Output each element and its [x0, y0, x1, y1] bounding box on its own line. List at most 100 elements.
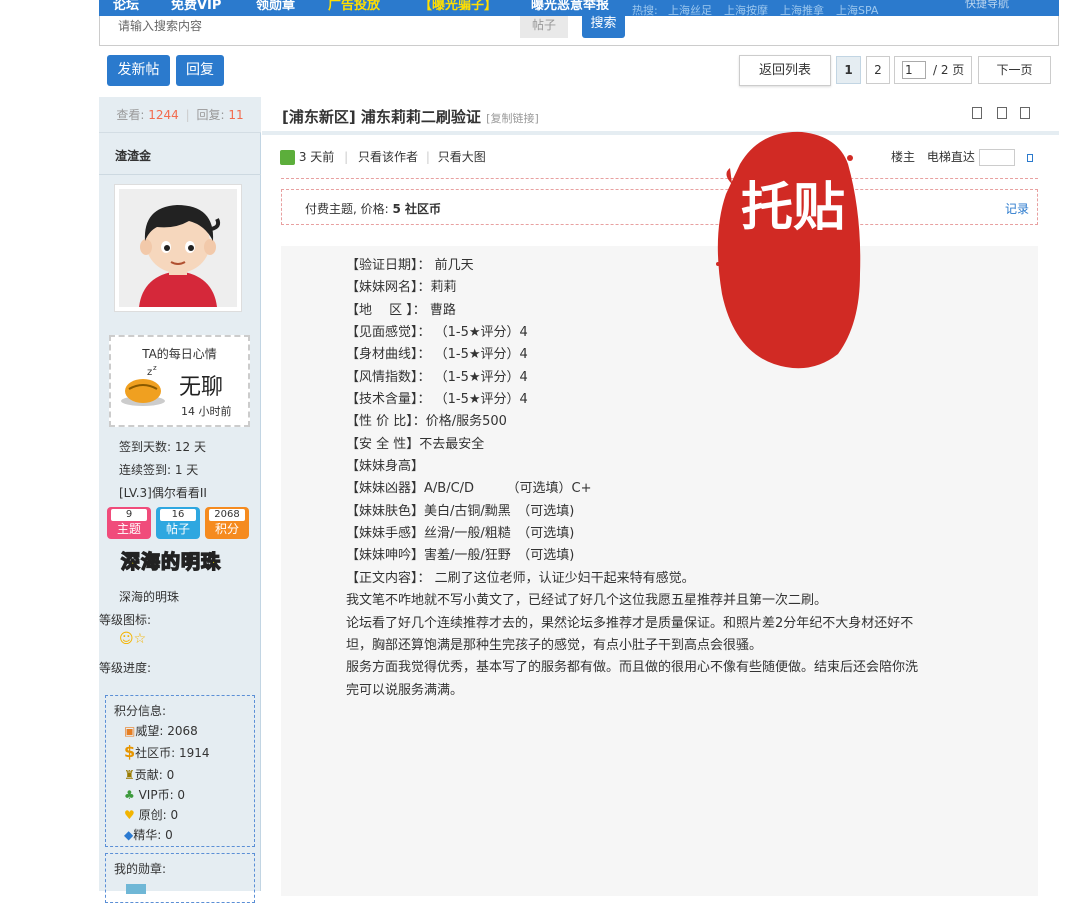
star-icon: ☆ [133, 631, 147, 647]
next-page-button[interactable]: 下一页 [978, 56, 1051, 84]
nav-medals[interactable]: 领勋章 [256, 0, 295, 13]
points-count: 2068 [209, 509, 245, 521]
elevator-label: 电梯直达 [926, 150, 975, 164]
contribution-icon: ♜ [124, 768, 135, 782]
hot-item[interactable]: 上海按摩 [724, 2, 768, 16]
paid-notice-text: 付费主题, 价格: 5 社区币 [305, 200, 441, 217]
only-author-link[interactable]: 只看该作者 [358, 150, 418, 164]
paid-notice: 付费主题, 价格: 5 社区币 记录 [281, 189, 1038, 225]
reply-button[interactable]: 回复 [176, 55, 224, 86]
prev-thread-icon[interactable] [997, 107, 1007, 119]
content-line: 论坛看了好几个连续推荐才去的，果然论坛多推荐才是质量保证。和照片差2分年纪不大身… [346, 616, 914, 631]
search-bar: 请输入搜索内容 帖子 搜索 [99, 10, 1059, 46]
content-line: 完可以说服务满满。 [346, 683, 464, 698]
views-count: 1244 [148, 108, 179, 122]
content-line: 【身材曲线】： （1-5★评分）4 [346, 347, 528, 362]
heart-icon: ♥ [124, 808, 135, 822]
hot-item[interactable]: 上海SPA [836, 2, 878, 16]
posts-count: 16 [160, 509, 196, 521]
record-link[interactable]: 记录 [1005, 200, 1029, 217]
sleeping-icon: z z [121, 365, 165, 406]
mood-time: 14 小时前 [181, 405, 232, 418]
content-line: 【正文内容】： 二刷了这位老师，认证少妇干起来特有感觉。 [346, 571, 695, 586]
badge-text: 深海的明珠 [119, 590, 180, 604]
nav-free-vip[interactable]: 免费VIP [171, 0, 221, 13]
diamond-icon: ◆ [124, 828, 134, 842]
points-stat[interactable]: 2068 积分 [205, 507, 249, 539]
avatar[interactable] [114, 184, 242, 312]
go-icon[interactable] [1026, 153, 1033, 162]
next-thread-icon[interactable] [1020, 107, 1030, 119]
vip-user-icon: ♣ [124, 788, 135, 802]
back-to-list-button[interactable]: 返回列表 [739, 55, 831, 86]
online-icon [280, 150, 295, 165]
page-jump: 1 / 2 页 [894, 56, 972, 84]
original-row: ♥ 原创: 0 [124, 806, 178, 823]
content-line: 【技术含量】： （1-5★评分）4 [346, 392, 528, 407]
page-1-link[interactable]: 1 [836, 56, 861, 84]
nav-forum[interactable]: 论坛 [113, 0, 139, 13]
post-title-text: [浦东新区] 浦东莉莉二刷验证 [282, 108, 481, 126]
content-line: 【妹妹肤色】美白/古铜/黝黑 （可选填) [346, 504, 575, 519]
search-type-select[interactable]: 帖子 [520, 16, 568, 38]
mood-title: TA的每日心情 [142, 347, 217, 361]
original-value: 原创: 0 [138, 808, 179, 822]
medals-title: 我的勋章: [114, 862, 167, 876]
nav-ads[interactable]: 广告投放 [328, 0, 380, 13]
content-line: 【见面感觉】： （1-5★评分）4 [346, 325, 528, 340]
elevator-input[interactable] [978, 149, 1015, 166]
print-icon[interactable] [972, 107, 982, 119]
page-2-link[interactable]: 2 [866, 56, 890, 84]
coins-row: $社区币: 1914 [124, 742, 210, 761]
floor-nav: 楼主 电梯直达 [891, 148, 1033, 166]
topics-stat[interactable]: 9 主题 [107, 507, 151, 539]
content-line: 【性 价 比】：价格/服务500 [346, 414, 507, 429]
content-line: 【妹妹网名】：莉莉 [346, 280, 457, 295]
new-post-button[interactable]: 发新帖 [107, 55, 170, 86]
search-input[interactable]: 请输入搜索内容 [108, 16, 520, 38]
content-line: 我文笔不咋地就不写小黄文了，已经试了好几个这位我愿五星推荐并且第一次二刷。 [346, 593, 828, 608]
quick-nav[interactable]: 快捷导航 [965, 0, 1009, 11]
page-total: / 2 页 [933, 63, 965, 77]
wei-row: ▣威望: 2068 [124, 722, 198, 739]
copy-link[interactable]: [复制链接] [486, 112, 539, 125]
vip-value: VIP币: 0 [138, 788, 186, 802]
big-image-link[interactable]: 只看大图 [438, 150, 486, 164]
page-jump-input[interactable]: 1 [902, 61, 926, 79]
paid-label: 付费主题, 价格: [305, 202, 393, 216]
hot-item[interactable]: 上海丝足 [668, 2, 712, 16]
hot-item[interactable]: 上海推拿 [780, 2, 824, 16]
post-content: 【验证日期】： 前几天 【妹妹网名】：莉莉 【地 区 】： 曹路 【见面感觉】：… [281, 246, 1038, 896]
coins-value: 社区币: 1914 [135, 746, 210, 760]
smile-icon: ☺ [119, 631, 134, 647]
vip-row: ♣ VIP币: 0 [124, 786, 185, 803]
medal-icon[interactable] [126, 884, 146, 894]
user-level[interactable]: [LV.3]偶尔看看II [119, 484, 207, 501]
hot-search-label: 热搜: [632, 4, 658, 16]
mood-box: TA的每日心情 z z 无聊 14 小时前 [109, 335, 250, 427]
thread-stats: 查看: 1244 | 回复: 11 [99, 97, 261, 133]
author-name[interactable]: 渣渣金 [115, 147, 151, 164]
level-icons: ☺☆ [119, 631, 146, 647]
svg-text:z: z [153, 365, 157, 372]
posts-stat[interactable]: 16 帖子 [156, 507, 200, 539]
nav-expose-scammer[interactable]: 【曝光骗子】 [419, 0, 497, 13]
essence-value: 精华: 0 [133, 828, 173, 842]
content-line: 【妹妹凶器】A/B/C/D （可选填）C+ [346, 481, 592, 496]
author-sidebar: 查看: 1244 | 回复: 11 渣渣金 TA的每日心情 z z 无聊 14 … [99, 97, 261, 903]
level-progress-label: 等级进度: [99, 661, 152, 675]
posts-label: 帖子 [165, 522, 190, 536]
post-time: 3 天前 [298, 150, 335, 164]
contrib-row: ♜贡献: 0 [124, 766, 174, 783]
content-line: 【风情指数】： （1-5★评分）4 [346, 370, 528, 385]
topics-count: 9 [111, 509, 147, 521]
search-button[interactable]: 搜索 [582, 10, 625, 38]
wei-value: 威望: 2068 [135, 724, 198, 738]
content-line: 【妹妹手感】丝滑/一般/粗糙 （可选填) [346, 526, 575, 541]
svg-text:z: z [147, 367, 152, 378]
points-info-box: 积分信息: ▣威望: 2068 $社区币: 1914 ♜贡献: 0 ♣ VIP币… [105, 695, 255, 847]
divider [99, 174, 261, 175]
title-divider [262, 131, 1059, 135]
paid-price: 5 社区币 [392, 202, 442, 216]
mood-value: 无聊 [179, 375, 224, 400]
